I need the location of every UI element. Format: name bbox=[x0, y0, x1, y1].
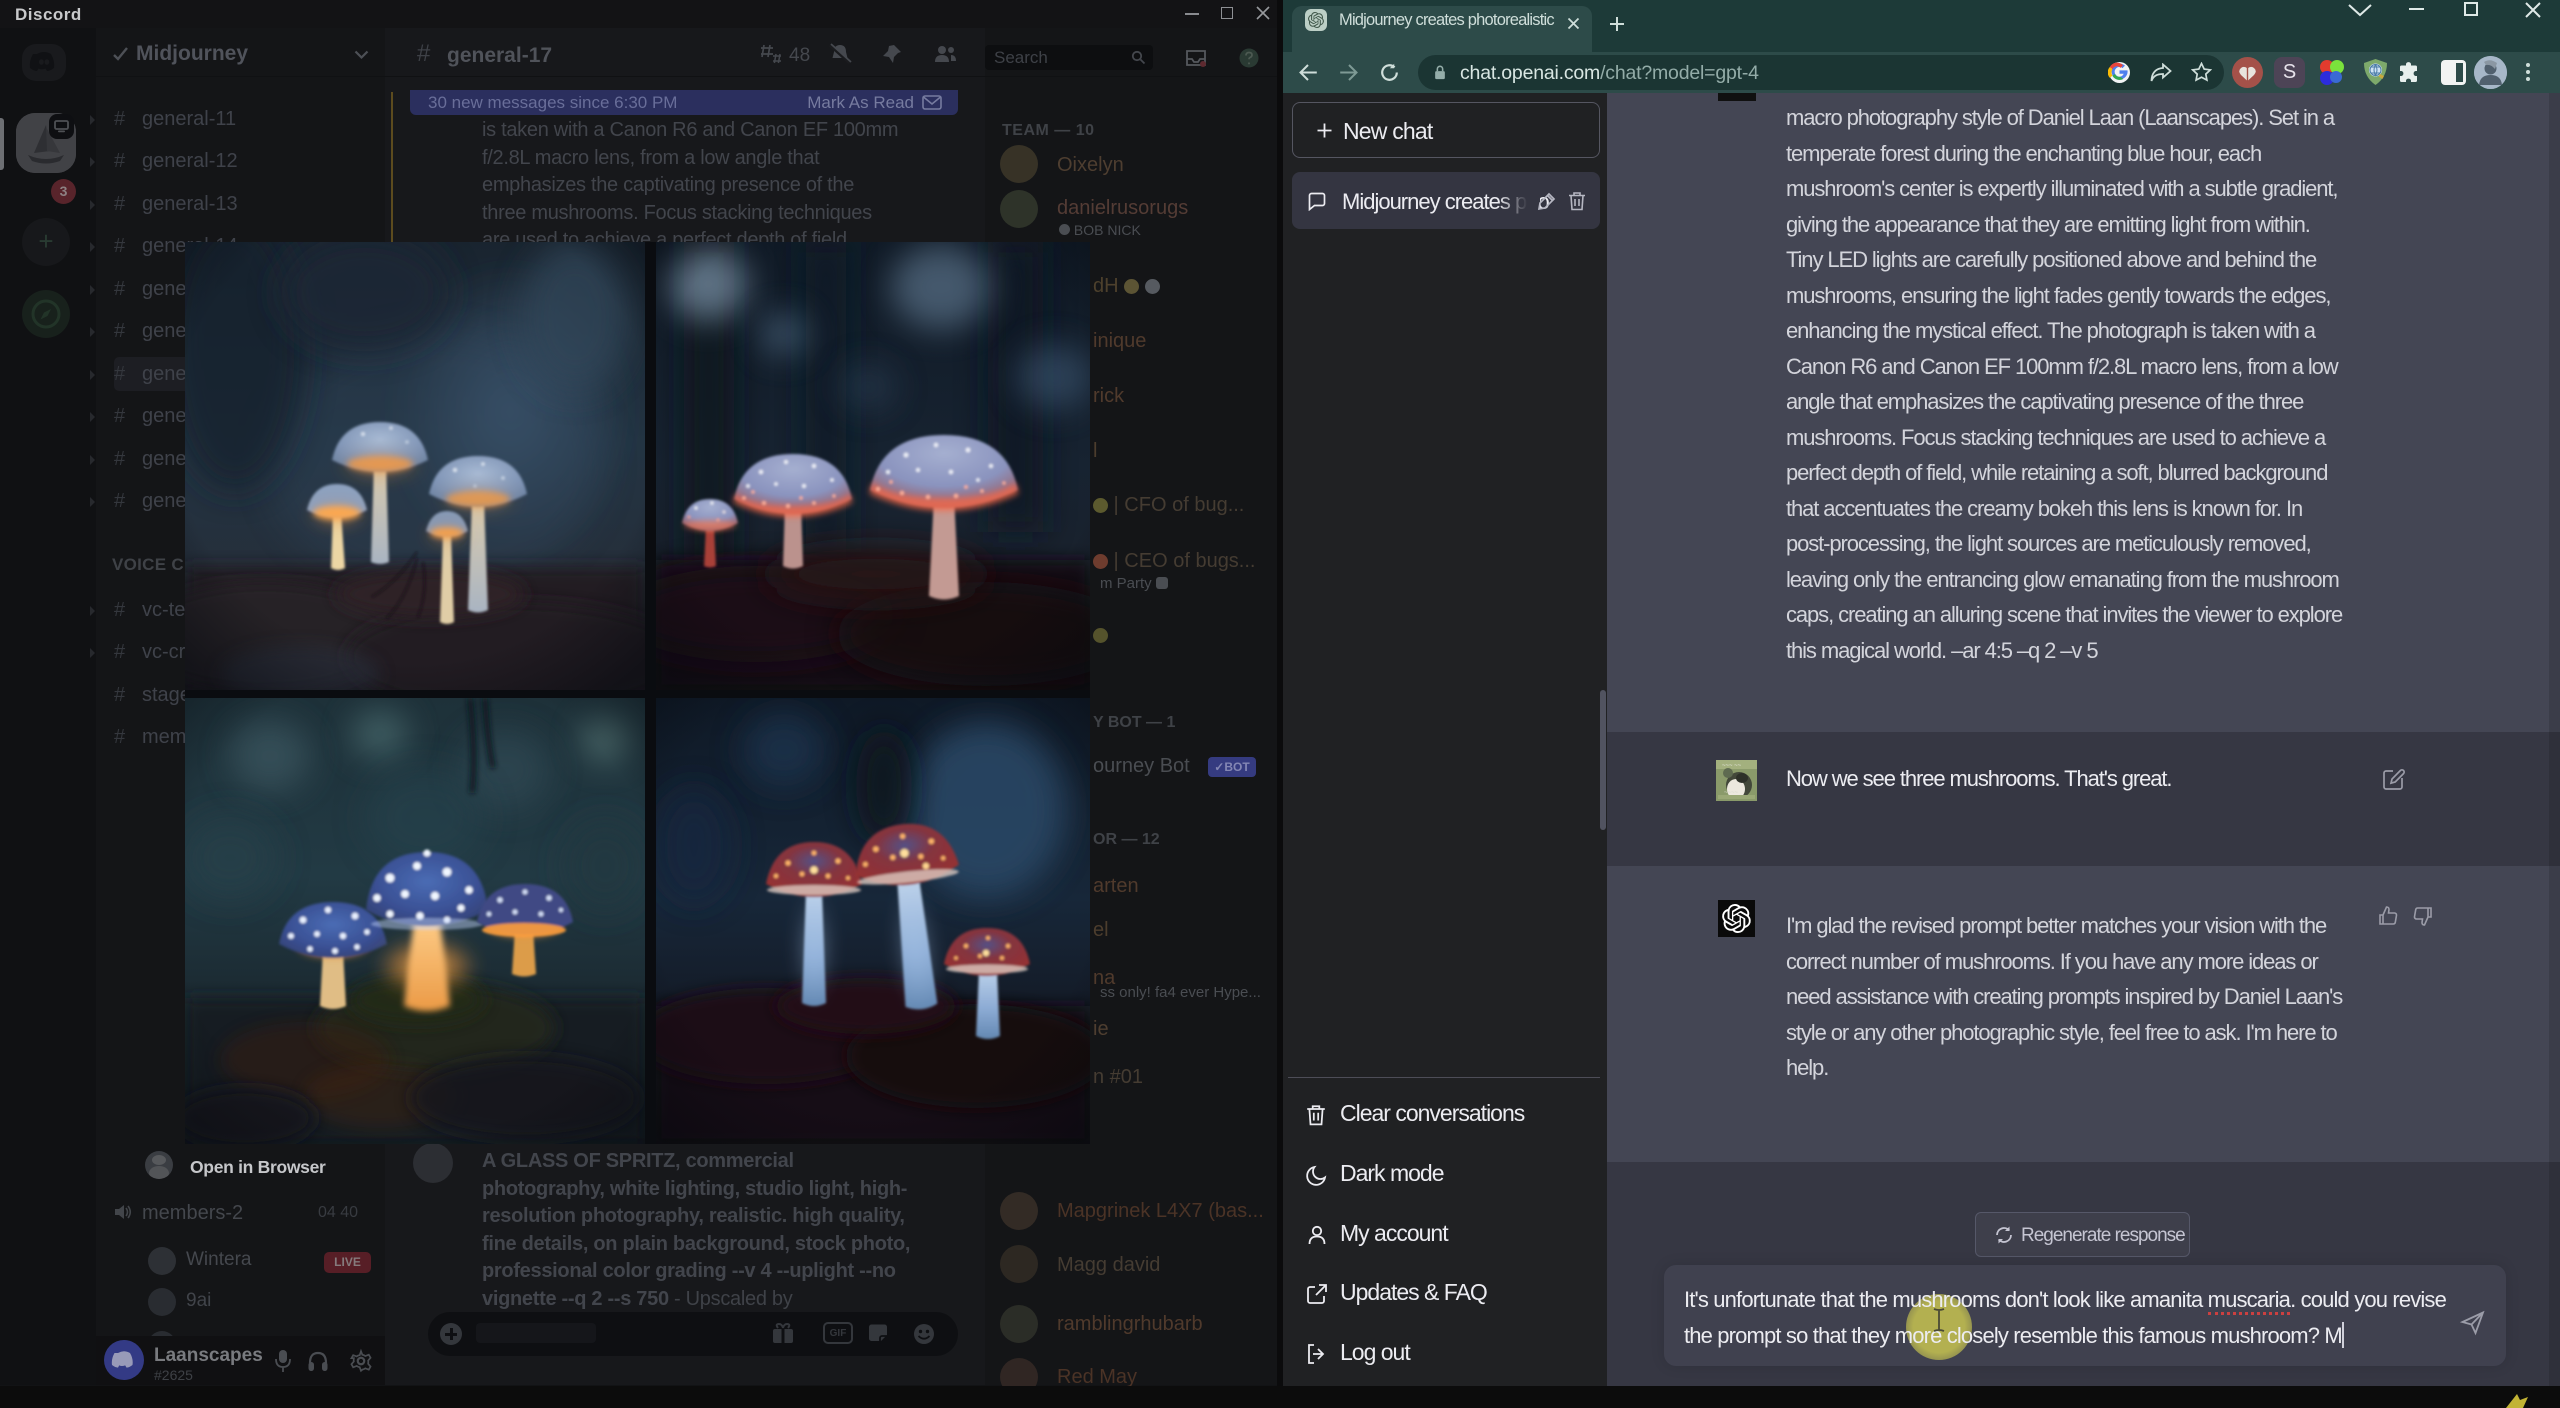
svg-text:~~~ ~~: ~~~ ~~ bbox=[1722, 763, 1742, 769]
svg-text:~~~~: ~~~~ bbox=[1724, 790, 1739, 796]
